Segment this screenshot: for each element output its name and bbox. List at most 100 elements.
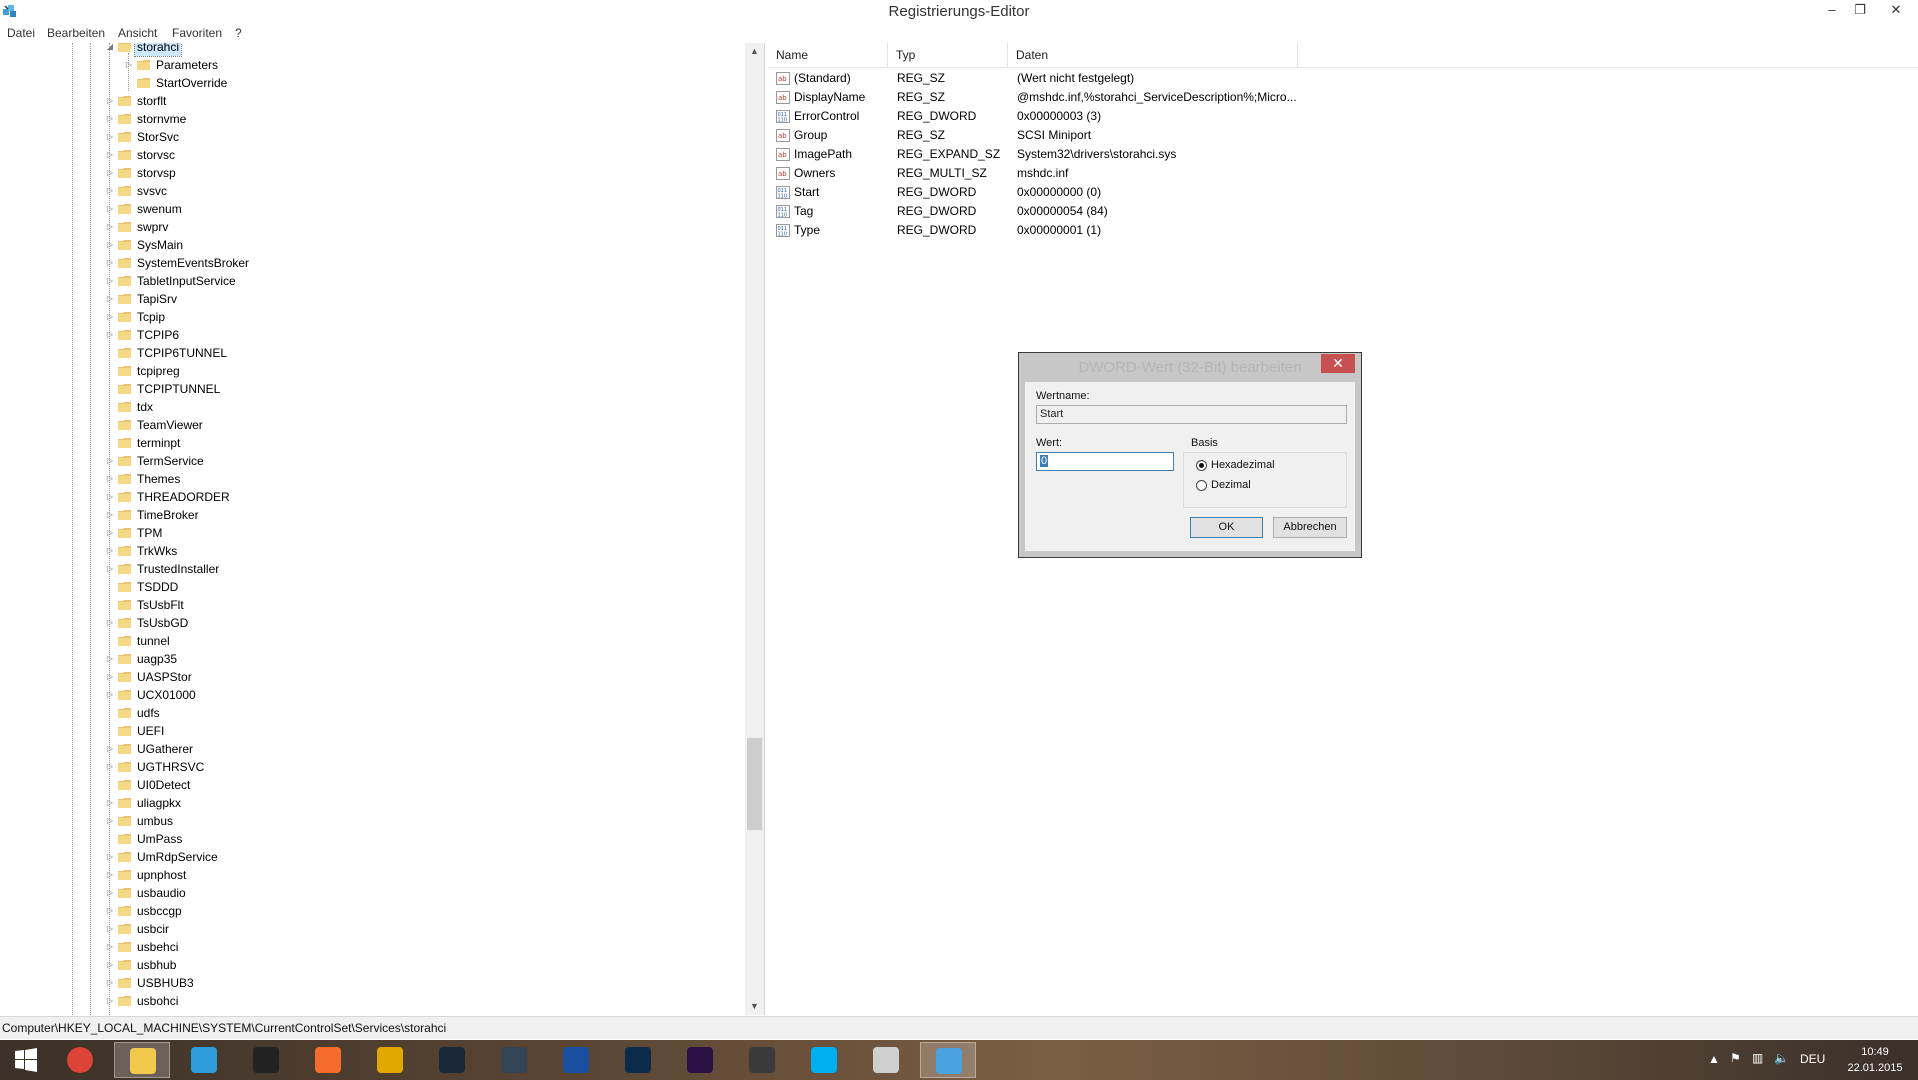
radio-hex-label[interactable]: Hexadezimal bbox=[1211, 459, 1275, 471]
radio-dec-label[interactable]: Dezimal bbox=[1211, 479, 1251, 491]
expand-arrow-icon[interactable]: ▷ bbox=[105, 884, 115, 902]
value-row[interactable]: ab Owners REG_MULTI_SZ mshdc.inf bbox=[768, 164, 1328, 183]
expand-arrow-icon[interactable]: ▷ bbox=[105, 866, 115, 884]
expand-arrow-icon[interactable]: ▷ bbox=[105, 992, 115, 1010]
taskbar-photoshop-button[interactable] bbox=[610, 1042, 666, 1078]
close-button[interactable]: ✕ bbox=[1874, 0, 1918, 20]
scroll-up-arrow-icon[interactable]: ▲ bbox=[745, 43, 764, 60]
taskbar-origin-button[interactable] bbox=[300, 1042, 356, 1078]
value-row[interactable]: 011 110 Tag REG_DWORD 0x00000054 (84) bbox=[768, 202, 1328, 221]
restore-button[interactable]: ❐ bbox=[1846, 0, 1874, 20]
expand-arrow-icon[interactable]: ▷ bbox=[105, 542, 115, 560]
language-indicator[interactable]: DEU bbox=[1800, 1052, 1825, 1066]
expand-arrow-icon[interactable]: ▷ bbox=[105, 758, 115, 776]
value-row[interactable]: 011 110 ErrorControl REG_DWORD 0x00000003 (3… bbox=[768, 107, 1328, 126]
taskbar-unity-button[interactable] bbox=[238, 1042, 294, 1078]
expand-arrow-icon[interactable]: ▷ bbox=[105, 848, 115, 866]
taskbar-cinema4d-button[interactable] bbox=[548, 1042, 604, 1078]
expand-arrow-icon[interactable]: ▷ bbox=[105, 794, 115, 812]
taskbar-chrome-button[interactable] bbox=[52, 1042, 108, 1078]
value-row[interactable]: ab Group REG_SZ SCSI Miniport bbox=[768, 126, 1328, 145]
value-row[interactable]: 011 110 Type REG_DWORD 0x00000001 (1) bbox=[768, 221, 1328, 240]
radio-dec[interactable] bbox=[1196, 480, 1207, 491]
value-data-label: Wert: bbox=[1036, 437, 1063, 449]
folder-icon bbox=[118, 978, 131, 988]
expand-arrow-icon[interactable]: ▷ bbox=[105, 524, 115, 542]
expand-arrow-icon[interactable]: ▷ bbox=[105, 488, 115, 506]
radio-hex[interactable] bbox=[1196, 460, 1207, 471]
taskbar-uplay-button[interactable] bbox=[176, 1042, 232, 1078]
expand-arrow-icon[interactable]: ▷ bbox=[105, 164, 115, 182]
tree-scrollbar[interactable]: ▲ ▼ bbox=[745, 43, 764, 1015]
minimize-button[interactable]: – bbox=[1818, 0, 1846, 20]
menu-bearbeiten[interactable]: Bearbeiten bbox=[47, 26, 105, 40]
expand-arrow-icon[interactable]: ▷ bbox=[105, 92, 115, 110]
column-header-type[interactable]: Typ bbox=[888, 43, 1008, 67]
expand-arrow-icon[interactable]: ▷ bbox=[105, 254, 115, 272]
registry-tree[interactable]: ◢ storahci ▷ Parameters StartOverride ▷ storfl… bbox=[0, 43, 765, 1015]
taskbar-media-button[interactable] bbox=[486, 1042, 542, 1078]
taskbar-notepad-button[interactable] bbox=[858, 1042, 914, 1078]
expand-arrow-icon[interactable]: ◢ bbox=[105, 43, 115, 56]
expand-arrow-icon[interactable]: ▷ bbox=[105, 920, 115, 938]
value-data-input[interactable]: 0 bbox=[1036, 452, 1174, 471]
expand-arrow-icon[interactable]: ▷ bbox=[105, 182, 115, 200]
value-row[interactable]: 011 110 Start REG_DWORD 0x00000000 (0) bbox=[768, 183, 1328, 202]
expand-arrow-icon[interactable]: ▷ bbox=[105, 200, 115, 218]
expand-arrow-icon[interactable]: ▷ bbox=[105, 956, 115, 974]
expand-arrow-icon[interactable]: ▷ bbox=[105, 902, 115, 920]
expand-arrow-icon[interactable]: ▷ bbox=[124, 56, 134, 74]
taskbar-movies-button[interactable] bbox=[734, 1042, 790, 1078]
action-center-flag-icon[interactable]: ⚑ bbox=[1730, 1051, 1741, 1065]
expand-arrow-icon[interactable]: ▷ bbox=[105, 308, 115, 326]
volume-icon[interactable]: 🔈 bbox=[1774, 1051, 1789, 1065]
menu-favoriten[interactable]: Favoriten bbox=[172, 26, 222, 40]
column-header-name[interactable]: Name bbox=[768, 43, 888, 67]
taskbar-windows-start-button[interactable] bbox=[2, 1042, 50, 1078]
expand-arrow-icon[interactable]: ▷ bbox=[105, 668, 115, 686]
expand-arrow-icon[interactable]: ▷ bbox=[105, 974, 115, 992]
value-row[interactable]: ab ImagePath REG_EXPAND_SZ System32\drivers… bbox=[768, 145, 1328, 164]
expand-arrow-icon[interactable]: ▷ bbox=[105, 938, 115, 956]
value-row[interactable]: ab DisplayName REG_SZ @mshdc.inf,%storahci_… bbox=[768, 88, 1328, 107]
expand-arrow-icon[interactable]: ▷ bbox=[105, 812, 115, 830]
taskbar-skype-button[interactable] bbox=[796, 1042, 852, 1078]
menu-help[interactable]: ? bbox=[235, 26, 242, 40]
taskbar-regedit-button[interactable] bbox=[920, 1042, 976, 1078]
unity-icon bbox=[253, 1047, 279, 1073]
taskbar-after-effects-button[interactable] bbox=[672, 1042, 728, 1078]
menu-datei[interactable]: Datei bbox=[7, 26, 35, 40]
scroll-thumb[interactable] bbox=[747, 738, 762, 830]
value-row[interactable]: ab (Standard) REG_SZ (Wert nicht festgelegt… bbox=[768, 69, 1328, 88]
expand-arrow-icon[interactable]: ▷ bbox=[105, 236, 115, 254]
ok-button[interactable]: OK bbox=[1190, 517, 1263, 538]
expand-arrow-icon[interactable]: ▷ bbox=[105, 614, 115, 632]
expand-arrow-icon[interactable]: ▷ bbox=[105, 290, 115, 308]
expand-arrow-icon[interactable]: ▷ bbox=[105, 128, 115, 146]
expand-arrow-icon[interactable]: ▷ bbox=[105, 506, 115, 524]
tray-chevron-icon[interactable]: ▲ bbox=[1708, 1052, 1720, 1066]
clock[interactable]: 10:49 22.01.2015 bbox=[1840, 1044, 1910, 1076]
network-icon[interactable]: ▥ bbox=[1752, 1051, 1763, 1065]
value-name-field[interactable]: Start bbox=[1036, 405, 1347, 424]
expand-arrow-icon[interactable]: ▷ bbox=[105, 146, 115, 164]
expand-arrow-icon[interactable]: ▷ bbox=[105, 110, 115, 128]
scroll-down-arrow-icon[interactable]: ▼ bbox=[745, 998, 764, 1015]
expand-arrow-icon[interactable]: ▷ bbox=[105, 326, 115, 344]
folder-icon bbox=[118, 960, 131, 970]
taskbar-steam-button[interactable] bbox=[424, 1042, 480, 1078]
taskbar-file-explorer-button[interactable] bbox=[114, 1042, 170, 1078]
expand-arrow-icon[interactable]: ▷ bbox=[105, 272, 115, 290]
expand-arrow-icon[interactable]: ▷ bbox=[105, 740, 115, 758]
expand-arrow-icon[interactable]: ▷ bbox=[105, 470, 115, 488]
expand-arrow-icon[interactable]: ▷ bbox=[105, 452, 115, 470]
cancel-button[interactable]: Abbrechen bbox=[1273, 517, 1347, 538]
expand-arrow-icon[interactable]: ▷ bbox=[105, 218, 115, 236]
taskbar-winamp-button[interactable] bbox=[362, 1042, 418, 1078]
expand-arrow-icon[interactable]: ▷ bbox=[105, 686, 115, 704]
column-header-data[interactable]: Daten bbox=[1008, 43, 1298, 67]
expand-arrow-icon[interactable]: ▷ bbox=[105, 560, 115, 578]
expand-arrow-icon[interactable]: ▷ bbox=[105, 650, 115, 668]
menu-ansicht[interactable]: Ansicht bbox=[118, 26, 157, 40]
dialog-close-button[interactable]: ✕ bbox=[1321, 354, 1355, 373]
